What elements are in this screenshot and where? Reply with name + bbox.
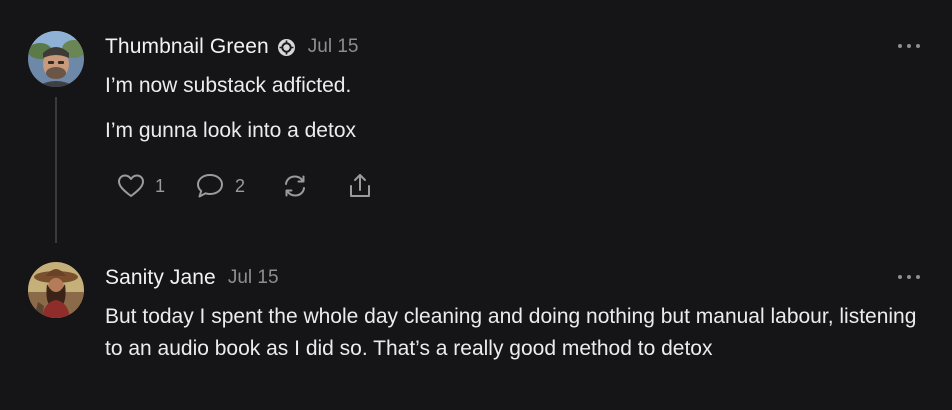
author-name[interactable]: Sanity Jane	[105, 266, 216, 290]
comment-paragraph: I’m now substack adficted.	[105, 74, 352, 97]
avatar-illustration-icon	[28, 262, 84, 318]
comment-paragraph: I’m gunna look into a detox	[105, 119, 356, 142]
comment-date[interactable]: Jul 15	[228, 267, 279, 289]
thread-connector-line	[55, 97, 57, 243]
share-button[interactable]	[347, 172, 373, 200]
dot	[916, 44, 920, 48]
comment-date[interactable]: Jul 15	[308, 36, 359, 58]
more-options-button[interactable]	[898, 273, 920, 281]
comment-thread: Thumbnail Green Jul 15 I’m now substack …	[0, 0, 952, 410]
subscriber-badge-icon	[277, 38, 296, 57]
heart-icon	[117, 173, 145, 199]
dot	[898, 275, 902, 279]
avatar-photo-icon	[28, 31, 84, 87]
like-button[interactable]: 1	[117, 173, 165, 199]
dot	[907, 44, 911, 48]
reply-button[interactable]: 2	[195, 172, 245, 200]
more-options-button[interactable]	[898, 42, 920, 50]
share-icon	[347, 172, 373, 200]
dot	[907, 275, 911, 279]
avatar[interactable]	[28, 262, 84, 318]
comment-bubble-icon	[195, 172, 225, 200]
comment-header: Thumbnail Green Jul 15	[105, 33, 358, 61]
avatar[interactable]	[28, 31, 84, 87]
author-name[interactable]: Thumbnail Green	[105, 35, 269, 59]
restack-icon	[281, 173, 309, 199]
dot	[898, 44, 902, 48]
comment-header: Sanity Jane Jul 15	[105, 264, 279, 292]
like-count: 1	[155, 175, 166, 196]
comment-count: 2	[235, 175, 246, 196]
comment-paragraph: But today I spent the whole day cleaning…	[105, 305, 917, 360]
comment-actions: 1 2	[117, 171, 373, 201]
dot	[916, 275, 920, 279]
restack-button[interactable]	[281, 173, 309, 199]
